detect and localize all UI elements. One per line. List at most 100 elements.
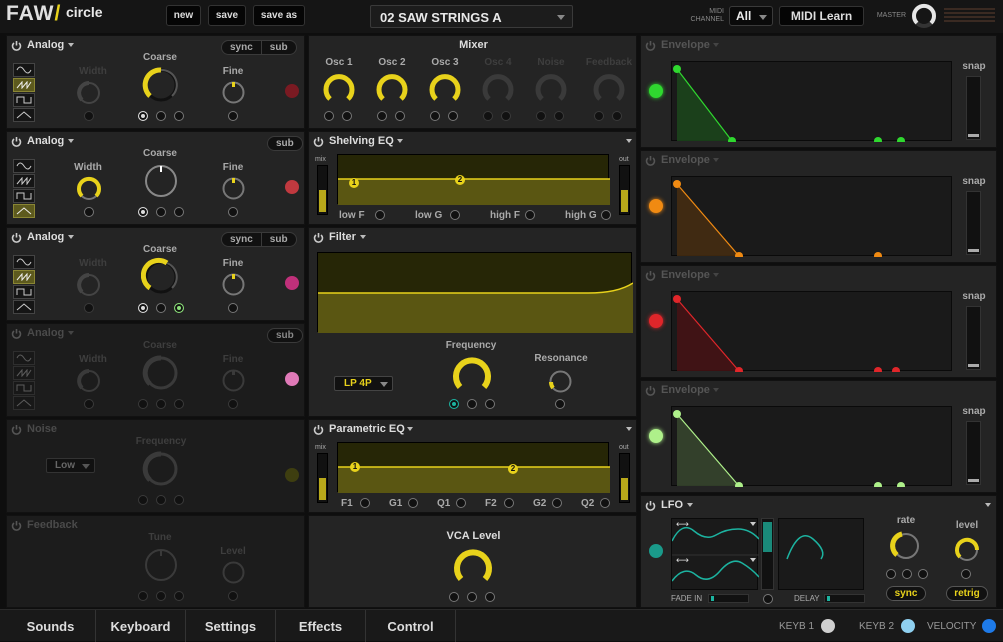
- power-icon[interactable]: [645, 270, 656, 281]
- fine-mod-radio[interactable]: [228, 399, 238, 409]
- coarse-mod-radio-3[interactable]: [174, 303, 184, 313]
- saw-wave-icon[interactable]: [13, 366, 35, 380]
- g2-radio[interactable]: [552, 498, 562, 508]
- triangle-wave-icon[interactable]: [13, 300, 35, 314]
- chevron-down-icon[interactable]: [68, 235, 74, 239]
- coarse-knob[interactable]: [141, 65, 181, 105]
- mixer-mod-radio[interactable]: [324, 111, 334, 121]
- mixer-mod-radio[interactable]: [448, 111, 458, 121]
- mix-meter[interactable]: [317, 165, 328, 215]
- mixer-mod-radio[interactable]: [377, 111, 387, 121]
- width-mod-radio[interactable]: [84, 111, 94, 121]
- coarse-mod-radio-1[interactable]: [138, 111, 148, 121]
- tab-sounds[interactable]: Sounds: [6, 610, 96, 642]
- chevron-down-icon[interactable]: [407, 427, 413, 431]
- midi-learn-button[interactable]: MIDI Learn: [779, 6, 864, 26]
- width-knob[interactable]: [75, 175, 103, 203]
- level-mod-radio[interactable]: [961, 569, 971, 579]
- power-icon[interactable]: [645, 155, 656, 166]
- tab-keyboard[interactable]: Keyboard: [96, 610, 186, 642]
- master-volume-knob[interactable]: [911, 3, 937, 29]
- width-knob[interactable]: [75, 79, 103, 107]
- envelope-4-graph[interactable]: [671, 406, 952, 490]
- saw-wave-icon[interactable]: [13, 78, 35, 92]
- tab-effects[interactable]: Effects: [276, 610, 366, 642]
- low-f-radio[interactable]: [375, 210, 385, 220]
- fine-knob[interactable]: [220, 367, 247, 394]
- tune-mod-radio-3[interactable]: [174, 591, 184, 601]
- q2-radio[interactable]: [600, 498, 610, 508]
- mixer-osc1-knob[interactable]: [322, 71, 356, 105]
- save-button[interactable]: save: [208, 5, 246, 26]
- mixer-mod-radio[interactable]: [395, 111, 405, 121]
- mix-meter[interactable]: [317, 453, 328, 503]
- width-knob[interactable]: [75, 367, 103, 395]
- power-icon[interactable]: [11, 136, 22, 147]
- mixer-osc3-knob[interactable]: [428, 71, 462, 105]
- sine-wave-icon[interactable]: [13, 159, 35, 173]
- q1-radio[interactable]: [456, 498, 466, 508]
- lfo-waveform-list[interactable]: ⟷ ⟷: [671, 518, 760, 590]
- power-icon[interactable]: [11, 328, 22, 339]
- coarse-mod-radio-1[interactable]: [138, 399, 148, 409]
- coarse-mod-radio-2[interactable]: [156, 399, 166, 409]
- mixer-mod-radio[interactable]: [612, 111, 622, 121]
- noise-type-select[interactable]: Low: [46, 458, 95, 473]
- parametric-eq-graph[interactable]: [337, 442, 610, 493]
- envelope-3-graph[interactable]: [671, 291, 952, 375]
- power-icon[interactable]: [313, 232, 324, 243]
- rate-mod-radio-2[interactable]: [902, 569, 912, 579]
- filter-frequency-knob[interactable]: [451, 354, 493, 396]
- oscillator-type-label[interactable]: Analog: [27, 39, 64, 51]
- coarse-knob[interactable]: [141, 353, 181, 393]
- chevron-down-icon[interactable]: [68, 139, 74, 143]
- power-icon[interactable]: [313, 424, 324, 435]
- resonance-knob[interactable]: [547, 368, 574, 395]
- sub-button[interactable]: sub: [262, 233, 296, 246]
- width-mod-radio[interactable]: [84, 303, 94, 313]
- mixer-feedback-knob[interactable]: [592, 71, 626, 105]
- square-wave-icon[interactable]: [13, 381, 35, 395]
- shelving-eq-graph[interactable]: [337, 154, 610, 205]
- tab-control[interactable]: Control: [366, 610, 456, 642]
- panel-menu-icon[interactable]: [626, 427, 632, 431]
- power-icon[interactable]: [11, 40, 22, 51]
- tune-mod-radio-2[interactable]: [156, 591, 166, 601]
- fine-mod-radio[interactable]: [228, 303, 238, 313]
- low-g-radio[interactable]: [450, 210, 460, 220]
- fine-mod-radio[interactable]: [228, 207, 238, 217]
- snap-slider[interactable]: [966, 421, 981, 485]
- coarse-mod-radio-2[interactable]: [156, 207, 166, 217]
- mixer-mod-radio[interactable]: [536, 111, 546, 121]
- mixer-mod-radio[interactable]: [483, 111, 493, 121]
- vca-mod-radio-2[interactable]: [467, 592, 477, 602]
- eq-node-1[interactable]: 1: [349, 178, 359, 188]
- g1-radio[interactable]: [408, 498, 418, 508]
- coarse-mod-radio-3[interactable]: [174, 111, 184, 121]
- eq-node-2[interactable]: 2: [508, 464, 518, 474]
- high-f-radio[interactable]: [525, 210, 535, 220]
- chevron-down-icon[interactable]: [713, 273, 719, 277]
- snap-slider[interactable]: [966, 76, 981, 140]
- filter-type-select[interactable]: LP 4P: [334, 376, 393, 391]
- coarse-mod-radio-1[interactable]: [138, 303, 148, 313]
- filter-title[interactable]: Filter: [329, 231, 356, 243]
- keyb1-led[interactable]: [821, 619, 835, 633]
- mixer-mod-radio[interactable]: [342, 111, 352, 121]
- saw-wave-icon[interactable]: [13, 174, 35, 188]
- envelope-title[interactable]: Envelope: [661, 269, 710, 281]
- width-mod-radio[interactable]: [84, 207, 94, 217]
- sub-button[interactable]: sub: [268, 329, 302, 342]
- coarse-mod-radio-2[interactable]: [156, 303, 166, 313]
- tune-knob[interactable]: [141, 545, 181, 585]
- filter-response-graph[interactable]: [317, 252, 634, 333]
- oscillator-type-label[interactable]: Analog: [27, 327, 64, 339]
- save-as-button[interactable]: save as: [253, 5, 305, 26]
- power-icon[interactable]: [11, 520, 22, 531]
- vca-level-knob[interactable]: [452, 546, 494, 588]
- oscillator-type-label[interactable]: Analog: [27, 135, 64, 147]
- level-mod-radio[interactable]: [228, 591, 238, 601]
- f2-radio[interactable]: [504, 498, 514, 508]
- square-wave-icon[interactable]: [13, 285, 35, 299]
- oscillator-type-label[interactable]: Analog: [27, 231, 64, 243]
